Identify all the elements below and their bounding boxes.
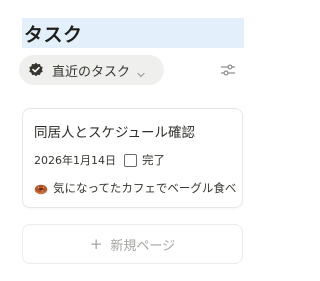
page-title-bar: タスク — [22, 18, 244, 48]
task-card-title: 同居人とスケジュール確認 — [34, 125, 196, 141]
task-card[interactable]: 同居人とスケジュール確認 2026年1月14日 完了 気になってたカフェでベーグ… — [22, 108, 243, 208]
filter-sliders-icon — [220, 62, 236, 81]
task-note-row: 気になってたカフェでベーグル食べ — [34, 180, 236, 196]
task-note: 気になってたカフェでベーグル食べ — [53, 181, 237, 195]
new-page-label: 新規ページ — [110, 238, 176, 254]
filter-button[interactable] — [219, 63, 237, 79]
task-board: タスク 直近のタスク 同居人とスケジュール確認 2026年1月14日 完了 気に… — [0, 0, 270, 281]
bagel-icon — [34, 181, 48, 195]
done-checkbox[interactable] — [124, 153, 137, 167]
new-page-button[interactable]: + 新規ページ — [22, 224, 243, 264]
done-label: 完了 — [142, 153, 165, 167]
tab-recent-tasks-label: 直近のタスク — [52, 64, 131, 80]
task-date: 2026年1月14日 — [34, 154, 116, 167]
tab-recent-tasks[interactable]: 直近のタスク — [19, 55, 164, 85]
task-card-meta: 2026年1月14日 完了 — [34, 152, 165, 168]
chevron-down-icon — [136, 65, 146, 78]
check-badge-icon — [28, 62, 44, 78]
page-title: タスク — [24, 23, 83, 46]
plus-icon: + — [89, 235, 103, 253]
